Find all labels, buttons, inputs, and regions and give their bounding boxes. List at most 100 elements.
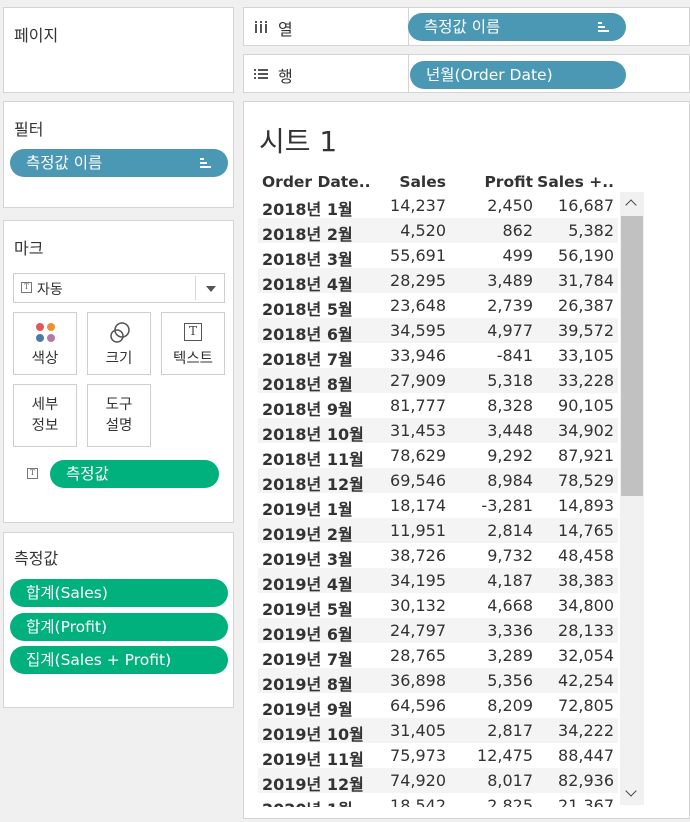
measure-pill-agg-sales-plus-profit[interactable]: 집계(Sales + Profit) — [10, 646, 228, 674]
sort-icon — [598, 19, 612, 33]
table-row[interactable]: 2018년 10월 31,453 3,448 34,902 — [258, 418, 618, 444]
cell-sales-plus-profit: 48,458 — [558, 546, 614, 565]
table-row[interactable]: 2019년 2월 11,951 2,814 14,765 — [258, 518, 618, 544]
rows-label: 행 — [278, 67, 293, 86]
chevron-up-icon — [625, 199, 637, 211]
cell-sales-plus-profit: 56,190 — [558, 246, 614, 265]
table-row[interactable]: 2019년 10월 31,405 2,817 34,222 — [258, 718, 618, 744]
cell-sales: 75,973 — [390, 746, 446, 765]
color-icon — [36, 323, 56, 343]
cell-profit: 8,984 — [487, 471, 533, 490]
scroll-up-button[interactable] — [620, 192, 644, 216]
rows-pill-order-date[interactable]: 년월(Order Date) — [410, 61, 626, 89]
table-header: Order Date.. Sales Profit Sales +.. — [258, 173, 618, 193]
columns-shelf[interactable]: 열 측정값 이름 — [243, 7, 690, 46]
rows-shelf[interactable]: 행 년월(Order Date) — [243, 54, 690, 93]
cell-sales-plus-profit: 38,383 — [558, 571, 614, 590]
table-row[interactable]: 2019년 9월 64,596 8,209 72,805 — [258, 693, 618, 719]
filters-title: 필터 — [14, 120, 44, 139]
cell-profit: 2,739 — [487, 296, 533, 315]
cell-order-date: 2018년 1월 — [262, 200, 353, 219]
table-row[interactable]: 2018년 11월 78,629 9,292 87,921 — [258, 443, 618, 469]
table-row[interactable]: 2019년 11월 75,973 12,475 88,447 — [258, 743, 618, 769]
cell-profit: 862 — [502, 221, 533, 240]
table-row[interactable]: 2018년 5월 23,648 2,739 26,387 — [258, 293, 618, 319]
tooltip-button[interactable]: 도구 설명 — [87, 384, 151, 447]
cell-profit: 8,328 — [487, 396, 533, 415]
size-button[interactable]: 크기 — [87, 312, 151, 375]
filter-pill-label: 측정값 이름 — [26, 154, 103, 172]
cell-profit: 3,336 — [487, 621, 533, 640]
measure-pill-sum-sales[interactable]: 합계(Sales) — [10, 579, 228, 607]
cell-sales: 28,295 — [390, 271, 446, 290]
cell-profit: 3,448 — [487, 421, 533, 440]
cell-profit: 4,668 — [487, 596, 533, 615]
scroll-down-button[interactable] — [620, 781, 644, 805]
detail-button[interactable]: 세부 정보 — [13, 384, 77, 447]
cell-sales: 31,453 — [390, 421, 446, 440]
filter-pill-measure-names[interactable]: 측정값 이름 — [10, 149, 228, 177]
cell-sales: 18,174 — [390, 496, 446, 515]
cell-sales-plus-profit: 34,800 — [558, 596, 614, 615]
table-row[interactable]: 2018년 8월 27,909 5,318 33,228 — [258, 368, 618, 394]
cell-sales: 55,691 — [390, 246, 446, 265]
cell-profit: 2,825 — [487, 796, 533, 807]
text-label: 텍스트 — [172, 351, 214, 367]
header-sales-plus-profit[interactable]: Sales +.. — [537, 173, 614, 191]
table-row[interactable]: 2018년 4월 28,295 3,489 31,784 — [258, 268, 618, 294]
cell-profit: 5,356 — [487, 671, 533, 690]
cell-sales: 28,765 — [390, 646, 446, 665]
rows-pill-label: 년월(Order Date) — [426, 66, 553, 84]
table-row[interactable]: 2018년 1월 14,237 2,450 16,687 — [258, 193, 618, 219]
table-row[interactable]: 2020년 1월 18,542 2,825 21,367 — [258, 793, 618, 807]
cell-profit: 3,489 — [487, 271, 533, 290]
table-row[interactable]: 2019년 8월 36,898 5,356 42,254 — [258, 668, 618, 694]
cell-profit: 3,289 — [487, 646, 533, 665]
cell-profit: 2,814 — [487, 521, 533, 540]
text-icon: T — [184, 323, 202, 341]
table-row[interactable]: 2018년 3월 55,691 499 56,190 — [258, 243, 618, 269]
table-row[interactable]: 2019년 6월 24,797 3,336 28,133 — [258, 618, 618, 644]
color-button[interactable]: 색상 — [13, 312, 77, 375]
text-button[interactable]: T 텍스트 — [161, 312, 225, 375]
table-row[interactable]: 2019년 4월 34,195 4,187 38,383 — [258, 568, 618, 594]
table-row[interactable]: 2019년 12월 74,920 8,017 82,936 — [258, 768, 618, 794]
table-row[interactable]: 2018년 12월 69,546 8,984 78,529 — [258, 468, 618, 494]
table-row[interactable]: 2019년 3월 38,726 9,732 48,458 — [258, 543, 618, 569]
cell-sales-plus-profit: 31,784 — [558, 271, 614, 290]
table-row[interactable]: 2018년 6월 34,595 4,977 39,572 — [258, 318, 618, 344]
cell-sales: 30,132 — [390, 596, 446, 615]
mark-type-dropdown[interactable]: T 자동 — [13, 273, 225, 303]
table-body: 2018년 1월 14,237 2,450 16,687 2018년 2월 4,520 86… — [258, 193, 618, 807]
cell-sales-plus-profit: 82,936 — [558, 771, 614, 790]
marks-pill-measure-values[interactable]: 측정값 — [50, 460, 219, 488]
columns-icon — [255, 21, 267, 33]
cell-order-date: 2019년 11월 — [262, 750, 364, 769]
header-profit[interactable]: Profit — [484, 173, 533, 191]
cell-sales: 69,546 — [390, 471, 446, 490]
measure-pill-label: 합계(Profit) — [26, 618, 108, 636]
scroll-thumb[interactable] — [621, 216, 643, 496]
cell-order-date: 2019년 8월 — [262, 675, 353, 694]
cell-order-date: 2019년 7월 — [262, 650, 353, 669]
table-row[interactable]: 2018년 7월 33,946 -841 33,105 — [258, 343, 618, 369]
filters-card[interactable]: 필터 측정값 이름 — [3, 101, 234, 208]
sheet-title: 시트 1 — [259, 125, 338, 158]
table-row[interactable]: 2018년 9월 81,777 8,328 90,105 — [258, 393, 618, 419]
header-order-date[interactable]: Order Date.. — [262, 173, 371, 191]
columns-pill-measure-names[interactable]: 측정값 이름 — [408, 13, 626, 41]
cell-order-date: 2018년 12월 — [262, 475, 364, 494]
table-row[interactable]: 2019년 5월 30,132 4,668 34,800 — [258, 593, 618, 619]
measure-pill-sum-profit[interactable]: 합계(Profit) — [10, 613, 228, 641]
table-row[interactable]: 2018년 2월 4,520 862 5,382 — [258, 218, 618, 244]
cell-sales-plus-profit: 32,054 — [558, 646, 614, 665]
table-row[interactable]: 2019년 7월 28,765 3,289 32,054 — [258, 643, 618, 669]
cell-profit: 4,187 — [487, 571, 533, 590]
cell-sales-plus-profit: 14,893 — [558, 496, 614, 515]
cell-sales: 23,648 — [390, 296, 446, 315]
cell-order-date: 2019년 12월 — [262, 775, 364, 794]
table-row[interactable]: 2019년 1월 18,174 -3,281 14,893 — [258, 493, 618, 519]
pages-card[interactable]: 페이지 — [3, 7, 234, 93]
header-sales[interactable]: Sales — [399, 173, 446, 191]
vertical-scrollbar[interactable] — [620, 192, 644, 805]
